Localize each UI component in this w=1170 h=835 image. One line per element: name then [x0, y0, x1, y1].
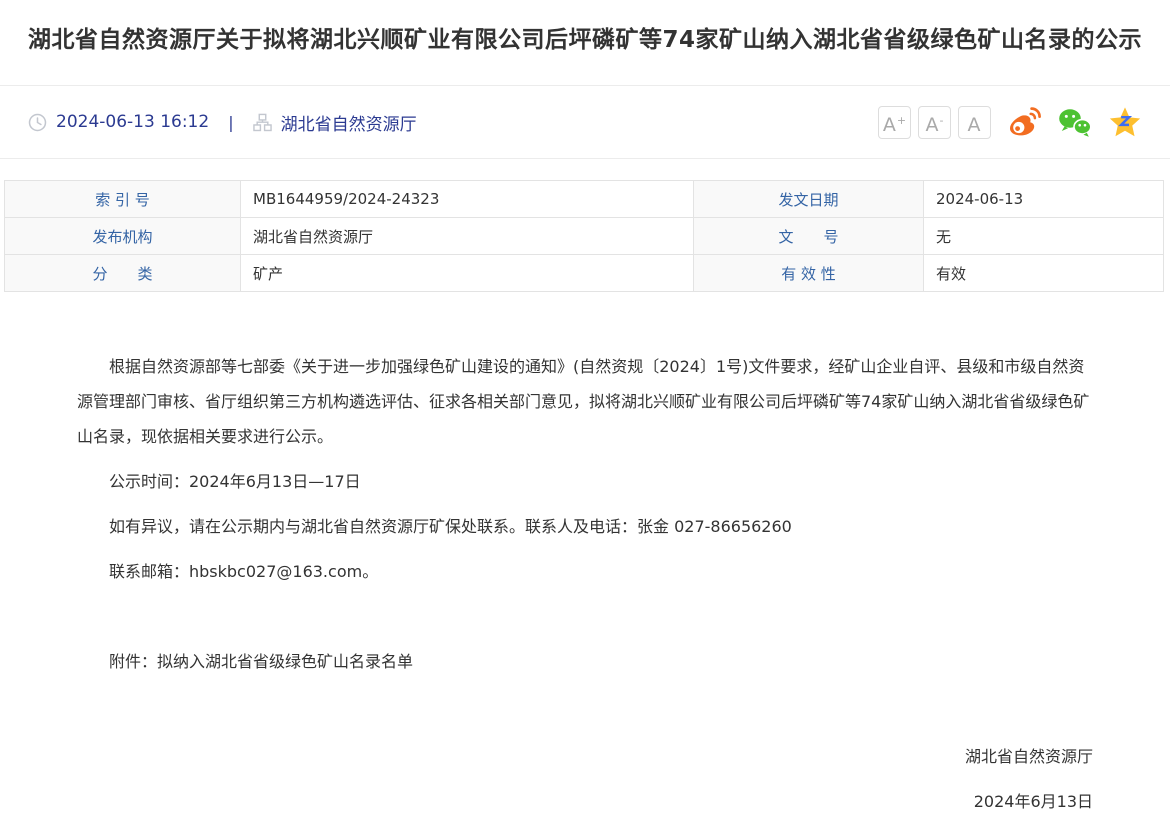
font-decrease-button[interactable]: A-: [918, 106, 951, 139]
info-label: 有 效 性: [694, 255, 924, 292]
signature-org: 湖北省自然资源厅: [77, 739, 1093, 774]
info-label: 分 类: [5, 255, 241, 292]
info-value: 2024-06-13: [924, 181, 1164, 218]
wechat-share-icon[interactable]: [1057, 106, 1093, 138]
signature-date: 2024年6月13日: [77, 784, 1093, 819]
document-info-table: 索 引 号 MB1644959/2024-24323 发文日期 2024-06-…: [4, 180, 1164, 292]
meta-separator: |: [228, 113, 233, 132]
clock-icon: [28, 113, 47, 132]
info-label: 索 引 号: [5, 181, 241, 218]
info-label: 发文日期: [694, 181, 924, 218]
org-sitemap-icon: [253, 113, 272, 132]
info-value: 无: [924, 218, 1164, 255]
attachment-link[interactable]: 拟纳入湖北省省级绿色矿山名录名单: [157, 652, 413, 671]
info-value: 矿产: [241, 255, 694, 292]
weibo-share-icon[interactable]: [1006, 106, 1042, 139]
publish-info: 2024-06-13 16:12 | 湖北省自然资源厅: [28, 110, 417, 135]
body-paragraph: 根据自然资源部等七部委《关于进一步加强绿色矿山建设的通知》(自然资规〔2024〕…: [77, 349, 1093, 454]
article-page: 湖北省自然资源厅关于拟将湖北兴顺矿业有限公司后坪磷矿等74家矿山纳入湖北省省级绿…: [0, 0, 1170, 835]
info-label: 文 号: [694, 218, 924, 255]
publish-datetime: 2024-06-13 16:12: [56, 112, 209, 132]
table-row: 索 引 号 MB1644959/2024-24323 发文日期 2024-06-…: [5, 181, 1164, 218]
info-value: 湖北省自然资源厅: [241, 218, 694, 255]
info-label: 发布机构: [5, 218, 241, 255]
attachment-label: 附件：: [109, 652, 157, 671]
meta-row: 2024-06-13 16:12 | 湖北省自然资源厅 A+ A- A: [0, 86, 1170, 159]
table-row: 发布机构 湖北省自然资源厅 文 号 无: [5, 218, 1164, 255]
font-increase-button[interactable]: A+: [878, 106, 911, 139]
info-value: MB1644959/2024-24323: [241, 181, 694, 218]
body-paragraph: 公示时间：2024年6月13日—17日: [77, 464, 1093, 499]
body-paragraph: 联系邮箱：hbskbc027@163.com。: [77, 554, 1093, 589]
source-name: 湖北省自然资源厅: [281, 110, 417, 135]
font-reset-button[interactable]: A: [958, 106, 991, 139]
body-paragraph: 如有异议，请在公示期内与湖北省自然资源厅矿保处联系。联系人及电话：张金 027-…: [77, 509, 1093, 544]
article-body: 根据自然资源部等七部委《关于进一步加强绿色矿山建设的通知》(自然资规〔2024〕…: [0, 292, 1170, 819]
attachment-line: 附件：拟纳入湖北省省级绿色矿山名录名单: [77, 644, 1093, 679]
page-title: 湖北省自然资源厅关于拟将湖北兴顺矿业有限公司后坪磷矿等74家矿山纳入湖北省省级绿…: [0, 0, 1170, 86]
info-value: 有效: [924, 255, 1164, 292]
table-row: 分 类 矿产 有 效 性 有效: [5, 255, 1164, 292]
qzone-share-icon[interactable]: [1108, 106, 1142, 139]
page-tools: A+ A- A: [871, 106, 1142, 139]
